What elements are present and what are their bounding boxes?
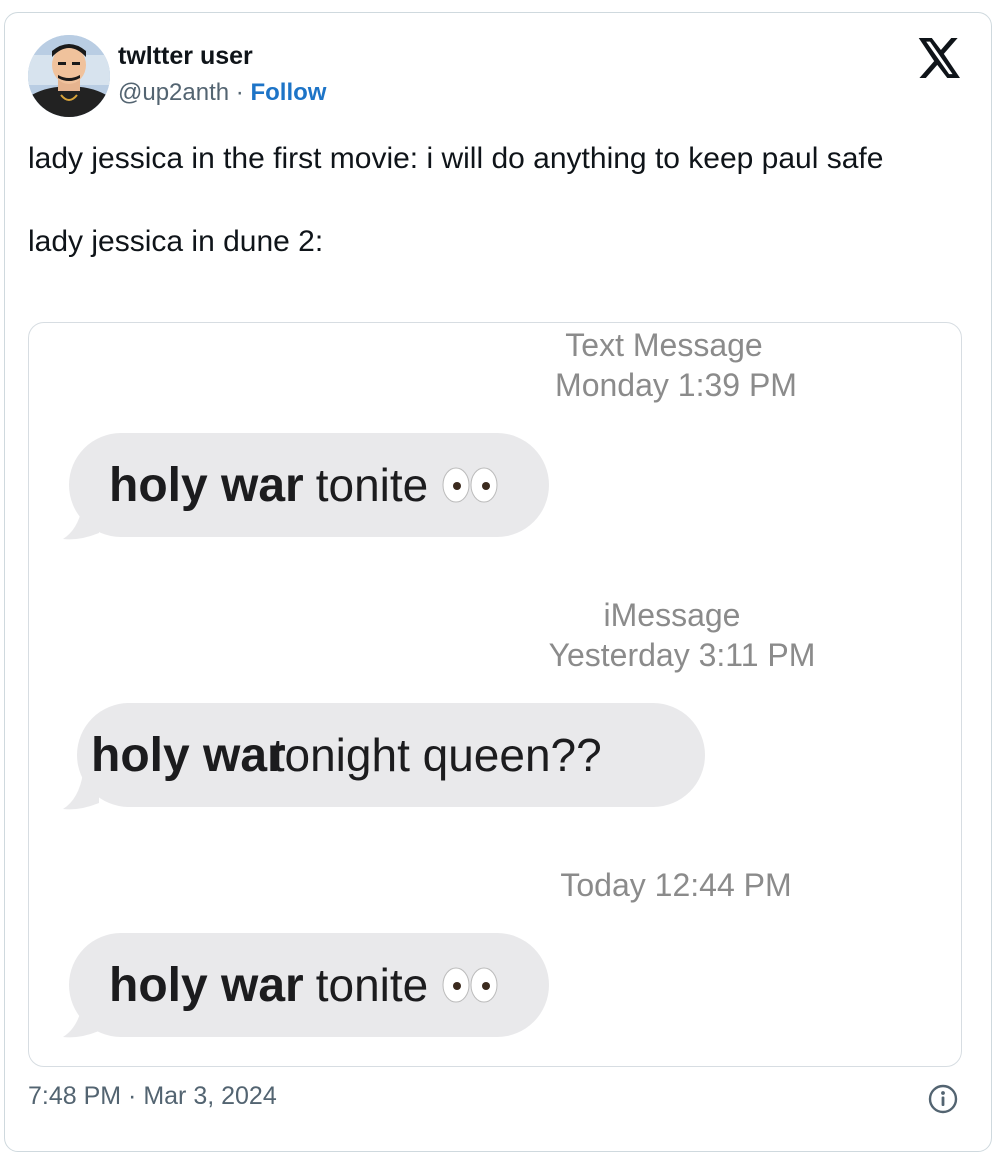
handle-row: @up2anth · Follow — [118, 79, 326, 107]
bubble-bold-text: holy wa — [91, 728, 268, 782]
bubble-bold-text: holy war — [109, 958, 304, 1012]
bubble-text: tonite — [315, 959, 429, 1011]
tweet-text: lady jessica in the first movie: i will … — [28, 138, 958, 262]
message-time-label: Today 12:44 PM — [560, 867, 792, 903]
display-name[interactable]: twltter user — [118, 42, 253, 71]
info-icon[interactable] — [928, 1084, 958, 1114]
message-time-label: Monday 1:39 PM — [555, 367, 797, 403]
eyes-emoji-icon — [442, 467, 498, 503]
tweet-line-1: lady jessica in the first movie: i will … — [28, 142, 884, 175]
tweet-media[interactable]: Text Message Monday 1:39 PM holy war ton… — [28, 322, 962, 1067]
eyes-emoji-icon — [442, 967, 498, 1003]
message-time-label: Yesterday 3:11 PM — [548, 637, 816, 673]
message-service-label: iMessage — [603, 597, 741, 633]
message-bubble-3: holy war tonite — [69, 933, 549, 1037]
handle[interactable]: @up2anth — [118, 79, 229, 106]
bubble-text: tonight queen?? — [271, 729, 602, 781]
bubble-text: tonite — [315, 459, 429, 511]
follow-button[interactable]: Follow — [250, 79, 326, 106]
x-logo-icon[interactable] — [918, 38, 962, 78]
tweet-timestamp[interactable]: 7:48 PM · Mar 3, 2024 — [28, 1082, 277, 1111]
tweet-line-2: lady jessica in dune 2: — [28, 225, 324, 258]
message-bubble-2: holy wa r tonight queen?? — [77, 703, 705, 807]
separator: · — [235, 79, 244, 106]
bubble-bold-text: holy war — [109, 458, 304, 512]
message-bubble-1: holy war tonite — [69, 433, 549, 537]
avatar[interactable] — [28, 35, 110, 117]
message-service-label: Text Message — [565, 327, 763, 363]
avatar-image — [28, 35, 110, 117]
